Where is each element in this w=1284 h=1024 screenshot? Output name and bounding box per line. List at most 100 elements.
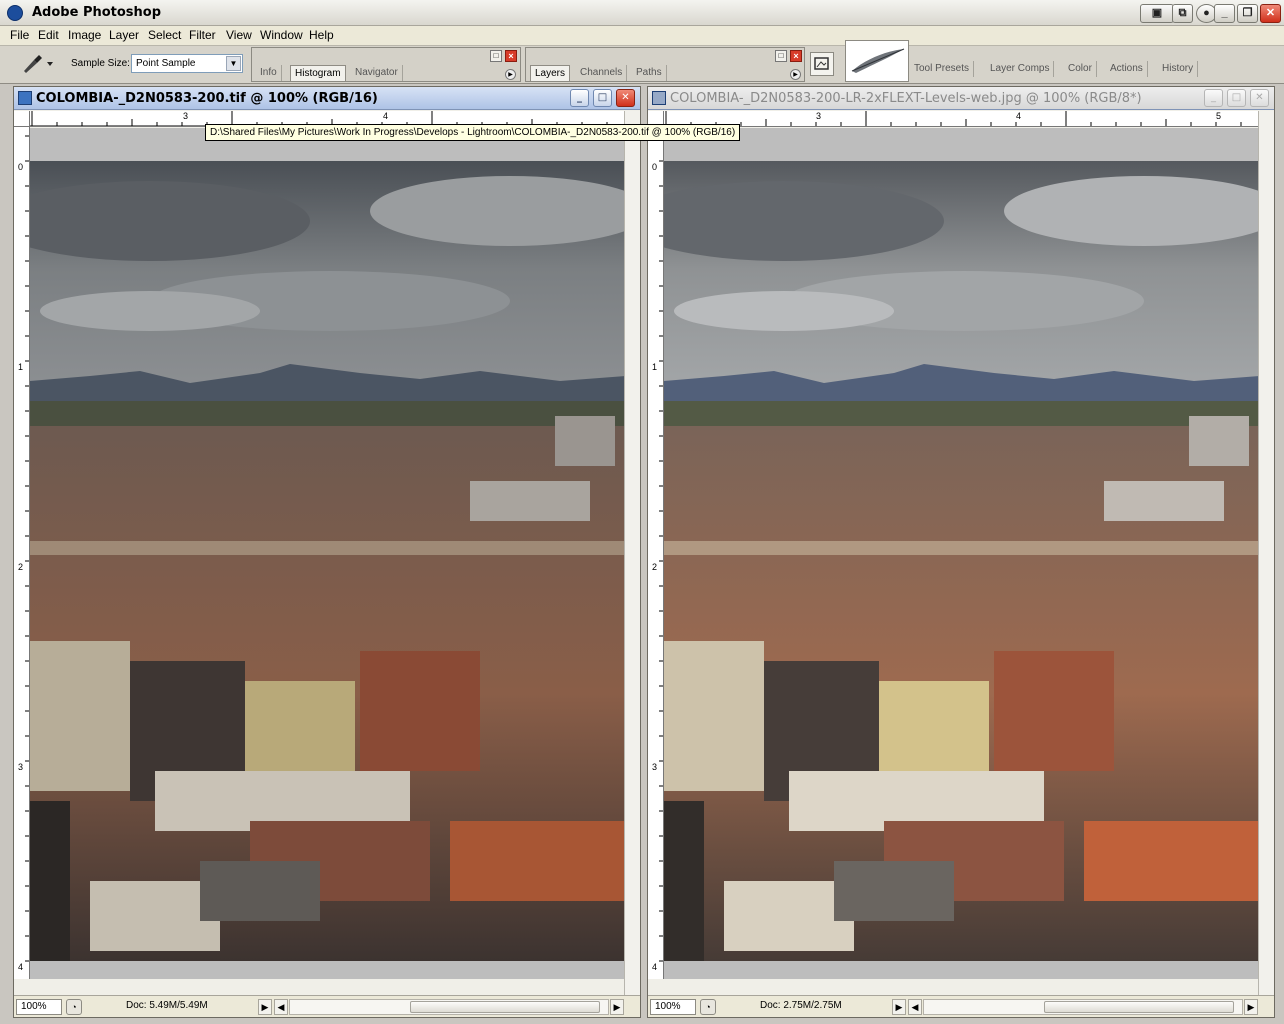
menu-select[interactable]: Select	[147, 28, 182, 42]
menu-help[interactable]: Help	[308, 28, 335, 42]
ruler-label: 3	[652, 762, 658, 772]
app-title: Adobe Photoshop	[32, 5, 162, 20]
scroll-thumb[interactable]	[1044, 1001, 1234, 1013]
palette-minimize-icon[interactable]: □	[775, 50, 787, 62]
ruler-label: 4	[1016, 111, 1022, 121]
menu-file[interactable]: File	[9, 28, 30, 42]
menu-filter[interactable]: Filter	[188, 28, 217, 42]
screen-mode-icon[interactable]: ▣	[1140, 4, 1174, 23]
menu-edit[interactable]: Edit	[37, 28, 60, 42]
status-menu-icon[interactable]: ◔	[700, 999, 716, 1015]
status-arrow-icon[interactable]: ▶	[892, 999, 906, 1015]
menu-view[interactable]: View	[225, 28, 253, 42]
ruler-label: 0	[652, 162, 658, 172]
ruler-ticks	[665, 111, 1242, 126]
photoshop-logo-icon	[7, 5, 23, 21]
ruler-label: 1	[652, 362, 658, 372]
palette-menu-icon[interactable]: ▶	[505, 69, 516, 80]
document-title-bar[interactable]: COLOMBIA-_D2N0583-200-LR-2xFLEXT-Levels-…	[648, 87, 1274, 110]
eyedropper-tool-icon[interactable]	[20, 52, 53, 74]
status-arrow-icon[interactable]: ▶	[258, 999, 272, 1015]
well-tab-history[interactable]: History	[1158, 61, 1199, 77]
chevron-down-icon[interactable]: ▼	[226, 56, 241, 71]
window-maximize-icon[interactable]: □	[1227, 89, 1246, 107]
document-window-left[interactable]: COLOMBIA-_D2N0583-200.tif @ 100% (RGB/16…	[13, 86, 641, 1018]
zoom-level-input[interactable]: 100%	[16, 999, 62, 1015]
close-icon[interactable]: ✕	[1260, 4, 1281, 23]
tab-paths[interactable]: Paths	[632, 65, 667, 81]
well-tab-color[interactable]: Color	[1064, 61, 1097, 77]
file-path-tooltip: D:\Shared Files\My Pictures\Work In Prog…	[205, 124, 741, 141]
horizontal-ruler[interactable]: 3 4 5	[664, 111, 1258, 127]
document-title: COLOMBIA-_D2N0583-200-LR-2xFLEXT-Levels-…	[670, 91, 1142, 106]
ruler-label: 2	[652, 562, 658, 572]
document-title: COLOMBIA-_D2N0583-200.tif @ 100% (RGB/16…	[36, 91, 378, 106]
ruler-label: 5	[1216, 111, 1222, 121]
palette-close-icon[interactable]: ×	[505, 50, 517, 62]
photoshop-app: Adobe Photoshop ▣ ⧉ ● _ ❐ ✕ File Edit Im…	[0, 0, 1284, 1024]
vertical-ruler[interactable]: 0 1 2 3 4	[648, 127, 664, 979]
window-maximize-icon[interactable]: □	[593, 89, 612, 107]
document-icon	[18, 91, 32, 105]
document-title-bar[interactable]: COLOMBIA-_D2N0583-200.tif @ 100% (RGB/16…	[14, 87, 640, 110]
well-tab-layer-comps[interactable]: Layer Comps	[986, 61, 1055, 77]
menu-bar: File Edit Image Layer Select Filter View…	[0, 26, 1284, 46]
file-browser-icon[interactable]	[810, 52, 834, 76]
ruler-label: 4	[383, 111, 389, 121]
status-bar: 100% ◔ Doc: 5.49M/5.49M ▶ ◀ ▶	[14, 995, 640, 1017]
menu-image[interactable]: Image	[67, 28, 102, 42]
well-tab-tool-presets[interactable]: Tool Presets	[910, 61, 975, 77]
window-minimize-icon[interactable]: _	[570, 89, 589, 107]
ruler-label: 3	[18, 762, 24, 772]
scroll-right-icon[interactable]: ▶	[610, 999, 624, 1015]
window-close-icon[interactable]: ✕	[1250, 89, 1269, 107]
scroll-thumb[interactable]	[410, 1001, 600, 1013]
palette-well: Tool Presets Layer Comps Color Actions H…	[910, 48, 1284, 82]
ruler-label: 0	[18, 162, 24, 172]
restore-small-icon[interactable]: ⧉	[1172, 4, 1193, 23]
scroll-right-icon[interactable]: ▶	[1244, 999, 1258, 1015]
document-window-right[interactable]: COLOMBIA-_D2N0583-200-LR-2xFLEXT-Levels-…	[647, 86, 1275, 1018]
ruler-label: 4	[18, 962, 24, 972]
horizontal-scrollbar[interactable]	[289, 999, 609, 1015]
tab-navigator[interactable]: Navigator	[351, 65, 403, 81]
well-tab-actions[interactable]: Actions	[1106, 61, 1148, 77]
scroll-left-icon[interactable]: ◀	[274, 999, 288, 1015]
tab-info[interactable]: Info	[256, 65, 282, 81]
ruler-label: 3	[816, 111, 822, 121]
tab-histogram[interactable]: Histogram	[290, 65, 346, 81]
cityscape-photo[interactable]	[30, 161, 624, 961]
restore-icon[interactable]: ❐	[1237, 4, 1258, 23]
info-palette-group: □ × Info Histogram Navigator ▶	[251, 47, 521, 82]
tab-layers[interactable]: Layers	[530, 65, 571, 81]
menu-window[interactable]: Window	[259, 28, 304, 42]
palette-minimize-icon[interactable]: □	[490, 50, 502, 62]
sample-size-label: Sample Size:	[71, 58, 130, 69]
vertical-scrollbar[interactable]	[1258, 111, 1274, 995]
palette-close-icon[interactable]: ×	[790, 50, 802, 62]
menu-layer[interactable]: Layer	[108, 28, 140, 42]
status-bar: 100% ◔ Doc: 2.75M/2.75M ▶ ◀ ▶	[648, 995, 1274, 1017]
ruler-label: 2	[18, 562, 24, 572]
ruler-label: 3	[183, 111, 189, 121]
feather-logo-icon	[845, 40, 909, 82]
cityscape-photo-edited[interactable]	[664, 161, 1258, 961]
vertical-scrollbar[interactable]	[624, 111, 640, 995]
zoom-level-input[interactable]: 100%	[650, 999, 696, 1015]
sample-size-select[interactable]: Point Sample ▼	[131, 54, 243, 73]
canvas-area[interactable]	[664, 128, 1258, 979]
scroll-left-icon[interactable]: ◀	[908, 999, 922, 1015]
minimize-icon[interactable]: _	[1214, 4, 1235, 23]
tab-channels[interactable]: Channels	[576, 65, 628, 81]
canvas-area[interactable]	[30, 128, 624, 979]
sample-size-value: Point Sample	[136, 58, 196, 69]
ruler-ticks	[659, 135, 663, 962]
window-minimize-icon[interactable]: _	[1204, 89, 1223, 107]
vertical-ruler[interactable]: 0 1 2 3 4	[14, 127, 30, 979]
ruler-ticks	[25, 135, 29, 962]
palette-menu-icon[interactable]: ▶	[790, 69, 801, 80]
status-menu-icon[interactable]: ◔	[66, 999, 82, 1015]
document-size: Doc: 5.49M/5.49M	[126, 1000, 208, 1011]
window-close-icon[interactable]: ✕	[616, 89, 635, 107]
horizontal-scrollbar[interactable]	[923, 999, 1243, 1015]
